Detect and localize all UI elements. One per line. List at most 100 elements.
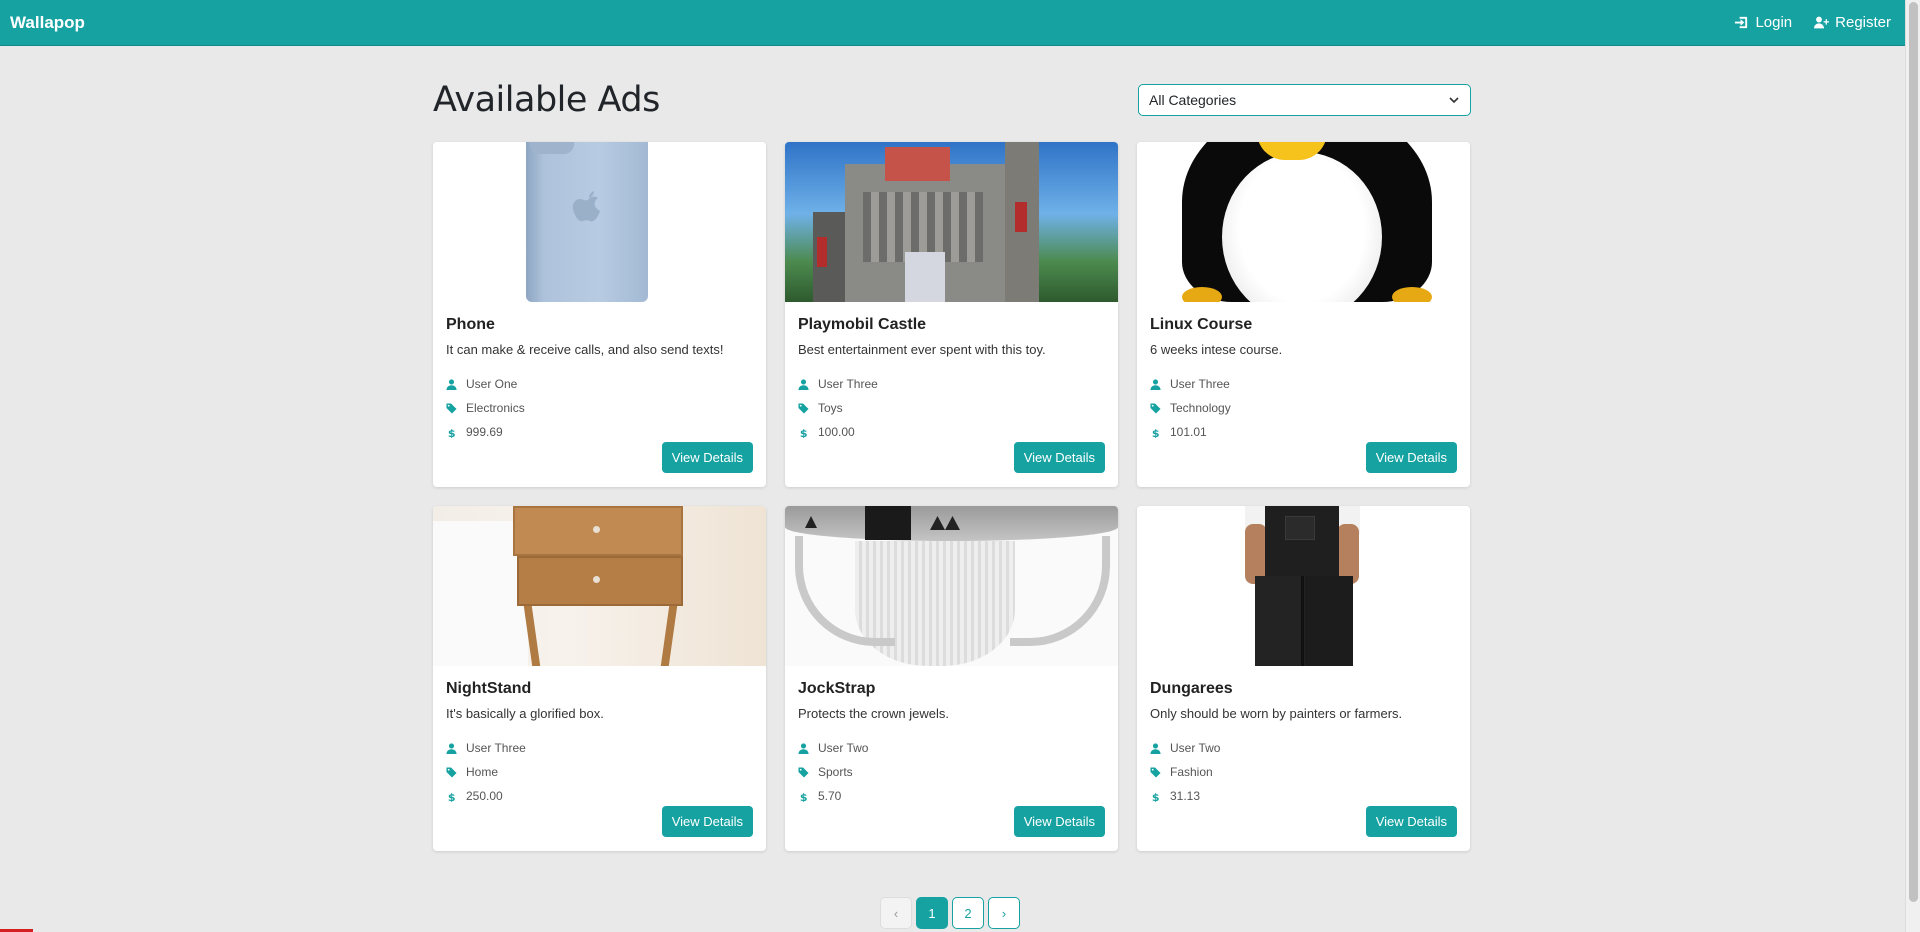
ad-price-value: 101.01	[1170, 425, 1207, 439]
ad-price: $ 999.69	[446, 420, 753, 444]
ad-user: User Three	[446, 736, 753, 760]
tag-icon	[1150, 766, 1161, 778]
ads-grid: Phone It can make & receive calls, and a…	[433, 142, 1471, 851]
ad-user: User Three	[798, 372, 1105, 396]
dollar-icon: $	[800, 427, 808, 438]
ad-price: $ 5.70	[798, 784, 1105, 808]
ad-description: It can make & receive calls, and also se…	[446, 342, 724, 357]
nav-actions: Login Register	[1734, 14, 1895, 31]
phone-image[interactable]	[433, 142, 766, 302]
scrollbar-thumb[interactable]	[1909, 2, 1918, 902]
dollar-icon: $	[1152, 791, 1160, 802]
ad-price: $ 250.00	[446, 784, 753, 808]
user-plus-icon	[1814, 16, 1830, 29]
page-title: Available Ads	[433, 80, 660, 120]
ad-user-name: User Three	[1170, 377, 1230, 391]
castle-image[interactable]	[785, 142, 1118, 302]
tag-icon	[446, 402, 457, 414]
ad-price-value: 5.70	[818, 789, 842, 803]
ad-price: $ 100.00	[798, 420, 1105, 444]
jockstrap-image[interactable]	[785, 506, 1118, 666]
ad-user: User Two	[1150, 736, 1457, 760]
pagination-next-button[interactable]: ›	[988, 897, 1020, 929]
ad-user-name: User Three	[466, 741, 526, 755]
ad-price: $ 31.13	[1150, 784, 1457, 808]
main-content: Available Ads All Categories Phone It ca…	[433, 46, 1471, 851]
user-icon	[798, 742, 809, 754]
ad-price-value: 100.00	[818, 425, 855, 439]
ad-category: Technology	[1150, 396, 1457, 420]
ad-title: Dungarees	[1150, 680, 1233, 697]
dollar-icon: $	[1152, 427, 1160, 438]
ad-card: Dungarees Only should be worn by painter…	[1137, 506, 1470, 851]
pagination-prev-button[interactable]: ‹	[880, 897, 912, 929]
user-icon	[1150, 378, 1161, 390]
ad-category: Home	[446, 760, 753, 784]
category-filter-value: All Categories	[1149, 92, 1237, 108]
ad-title: NightStand	[446, 680, 532, 697]
view-details-button[interactable]: View Details	[661, 442, 753, 473]
pagination-page-2[interactable]: 2	[952, 897, 984, 929]
svg-text:$: $	[800, 791, 808, 802]
tag-icon	[798, 402, 809, 414]
ad-user: User Three	[1150, 372, 1457, 396]
pagination: ‹ 1 2 ›	[880, 897, 1020, 929]
ad-category: Fashion	[1150, 760, 1457, 784]
ad-price-value: 250.00	[466, 789, 503, 803]
nightstand-image[interactable]	[433, 506, 766, 666]
user-icon	[798, 378, 809, 390]
ad-price: $ 101.01	[1150, 420, 1457, 444]
pagination-page-1[interactable]: 1	[916, 897, 948, 929]
view-details-button[interactable]: View Details	[1013, 806, 1105, 837]
ad-card: NightStand It's basically a glorified bo…	[433, 506, 766, 851]
svg-text:$: $	[448, 791, 456, 802]
register-link[interactable]: Register	[1814, 14, 1891, 31]
svg-text:$: $	[1152, 427, 1160, 438]
chevron-down-icon	[1449, 97, 1459, 104]
ad-title: Phone	[446, 316, 495, 333]
penguin-image[interactable]	[1137, 142, 1470, 302]
ad-price-value: 999.69	[466, 425, 503, 439]
svg-text:$: $	[800, 427, 808, 438]
tag-icon	[1150, 402, 1161, 414]
ad-category-name: Fashion	[1170, 765, 1213, 779]
category-filter-select[interactable]: All Categories	[1138, 84, 1471, 116]
user-icon	[1150, 742, 1161, 754]
ad-user-name: User Two	[818, 741, 869, 755]
login-icon	[1735, 16, 1748, 29]
login-label: Login	[1755, 14, 1793, 31]
view-details-button[interactable]: View Details	[1365, 442, 1457, 473]
view-details-button[interactable]: View Details	[1365, 806, 1457, 837]
ad-user-name: User Two	[1170, 741, 1221, 755]
ad-card: Phone It can make & receive calls, and a…	[433, 142, 766, 487]
register-label: Register	[1835, 14, 1891, 31]
ad-description: Protects the crown jewels.	[798, 706, 950, 721]
dollar-icon: $	[448, 791, 456, 802]
dollar-icon: $	[448, 427, 456, 438]
view-details-button[interactable]: View Details	[661, 806, 753, 837]
ad-user-name: User Three	[818, 377, 878, 391]
dollar-icon: $	[800, 791, 808, 802]
tag-icon	[798, 766, 809, 778]
ad-description: It's basically a glorified box.	[446, 706, 604, 721]
svg-text:$: $	[448, 427, 456, 438]
ad-category: Toys	[798, 396, 1105, 420]
ad-user: User One	[446, 372, 753, 396]
ad-category-name: Sports	[818, 765, 853, 779]
login-link[interactable]: Login	[1734, 14, 1792, 31]
ad-category-name: Home	[466, 765, 499, 779]
top-navbar: Wallapop Login Register	[0, 0, 1905, 46]
ad-price-value: 31.13	[1170, 789, 1201, 803]
ad-title: Linux Course	[1150, 316, 1253, 333]
brand-logo[interactable]: Wallapop	[10, 13, 85, 33]
ad-category-name: Electronics	[466, 401, 525, 415]
ad-category: Sports	[798, 760, 1105, 784]
ad-title: JockStrap	[798, 680, 876, 697]
tag-icon	[446, 766, 457, 778]
ad-description: 6 weeks intese course.	[1150, 342, 1283, 357]
user-icon	[446, 378, 457, 390]
page-scrollbar[interactable]	[1905, 0, 1920, 932]
view-details-button[interactable]: View Details	[1013, 442, 1105, 473]
dungarees-image[interactable]	[1137, 506, 1470, 666]
ad-category-name: Technology	[1170, 401, 1231, 415]
